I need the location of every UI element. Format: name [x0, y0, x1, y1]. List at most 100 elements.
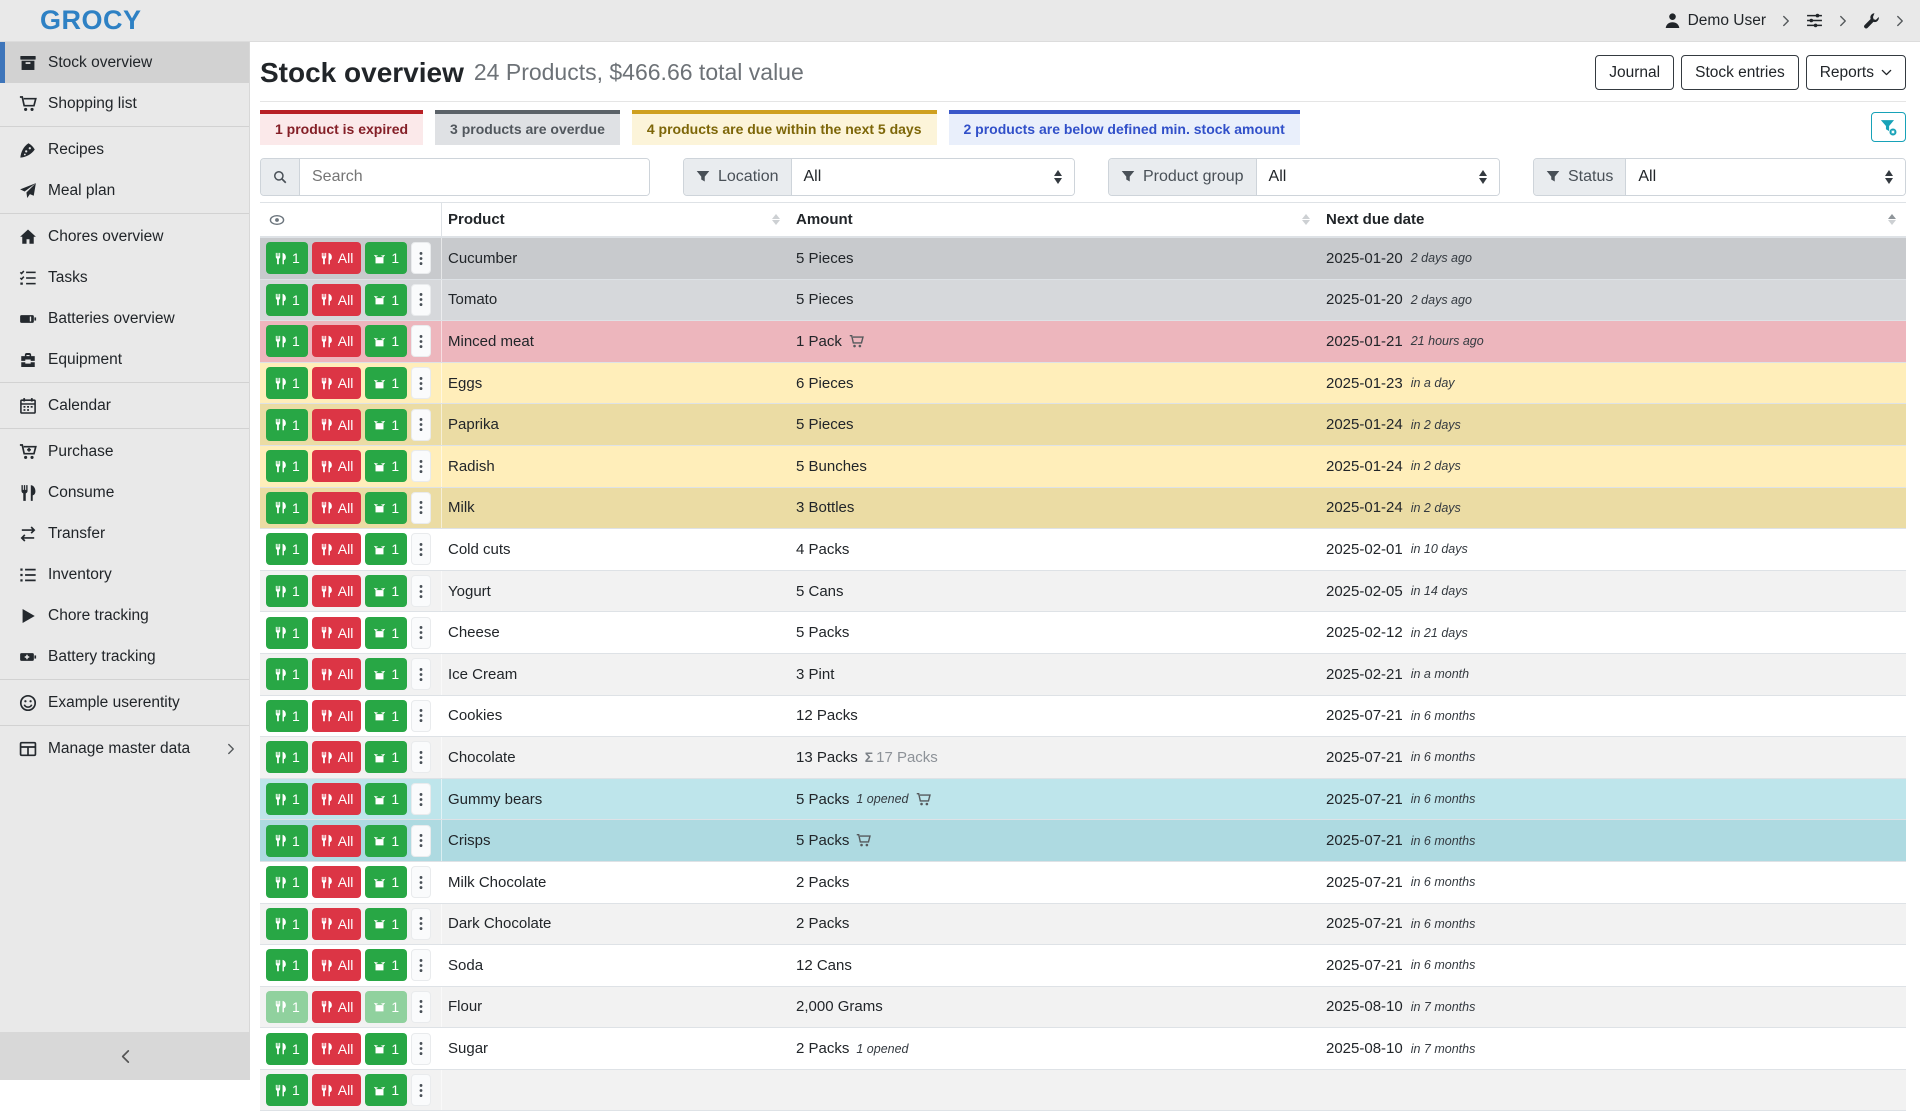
consume-all-button[interactable]: All [312, 825, 362, 857]
open-one-button[interactable]: 1 [365, 949, 407, 981]
grocy-logo[interactable]: GROCY [40, 5, 142, 36]
row-menu-button[interactable] [411, 783, 431, 815]
consume-all-button[interactable]: All [312, 617, 362, 649]
sidebar-item-meal-plan[interactable]: Meal plan [0, 170, 249, 211]
open-one-button[interactable]: 1 [365, 825, 407, 857]
open-one-button[interactable]: 1 [365, 741, 407, 773]
admin-chevron-icon[interactable] [1894, 15, 1906, 27]
settings-sliders-icon[interactable] [1806, 12, 1823, 29]
search-input[interactable] [300, 159, 649, 195]
consume-one-button[interactable]: 1 [266, 783, 308, 815]
stock-entries-button[interactable]: Stock entries [1681, 55, 1799, 90]
consume-one-button[interactable]: 1 [266, 450, 308, 482]
row-menu-button[interactable] [411, 242, 431, 274]
consume-all-button[interactable]: All [312, 284, 362, 316]
consume-one-button[interactable]: 1 [266, 866, 308, 898]
journal-button[interactable]: Journal [1595, 55, 1674, 90]
row-menu-button[interactable] [411, 409, 431, 441]
open-one-button[interactable]: 1 [365, 1074, 407, 1106]
row-menu-button[interactable] [411, 825, 431, 857]
consume-one-button[interactable]: 1 [266, 284, 308, 316]
open-one-button[interactable]: 1 [365, 450, 407, 482]
open-one-button[interactable]: 1 [365, 908, 407, 940]
consume-one-button[interactable]: 1 [266, 367, 308, 399]
sidebar-item-purchase[interactable]: Purchase [0, 431, 249, 472]
row-menu-button[interactable] [411, 325, 431, 357]
row-menu-button[interactable] [411, 1074, 431, 1106]
consume-one-button[interactable]: 1 [266, 700, 308, 732]
consume-one-button[interactable]: 1 [266, 242, 308, 274]
consume-all-button[interactable]: All [312, 325, 362, 357]
consume-all-button[interactable]: All [312, 492, 362, 524]
sidebar-item-example-userentity[interactable]: Example userentity [0, 682, 249, 723]
sidebar-item-equipment[interactable]: Equipment [0, 339, 249, 380]
consume-one-button[interactable]: 1 [266, 825, 308, 857]
product-group-select[interactable]: All [1257, 159, 1499, 195]
consume-all-button[interactable]: All [312, 949, 362, 981]
sidebar-item-consume[interactable]: Consume [0, 472, 249, 513]
sidebar-item-recipes[interactable]: Recipes [0, 129, 249, 170]
consume-all-button[interactable]: All [312, 1033, 362, 1065]
open-one-button[interactable]: 1 [365, 1033, 407, 1065]
consume-all-button[interactable]: All [312, 700, 362, 732]
consume-all-button[interactable]: All [312, 575, 362, 607]
consume-all-button[interactable]: All [312, 367, 362, 399]
open-one-button[interactable]: 1 [365, 492, 407, 524]
reports-dropdown-button[interactable]: Reports [1806, 55, 1906, 90]
row-menu-button[interactable] [411, 367, 431, 399]
consume-all-button[interactable]: All [312, 741, 362, 773]
consume-one-button[interactable]: 1 [266, 658, 308, 690]
sidebar-collapse-button[interactable] [0, 1032, 250, 1080]
consume-one-button[interactable]: 1 [266, 617, 308, 649]
row-menu-button[interactable] [411, 533, 431, 565]
sidebar-item-battery-tracking[interactable]: Battery tracking [0, 636, 249, 677]
open-one-button[interactable]: 1 [365, 783, 407, 815]
consume-all-button[interactable]: All [312, 533, 362, 565]
consume-one-button[interactable]: 1 [266, 908, 308, 940]
consume-one-button[interactable]: 1 [266, 949, 308, 981]
row-menu-button[interactable] [411, 700, 431, 732]
row-menu-button[interactable] [411, 575, 431, 607]
row-menu-button[interactable] [411, 658, 431, 690]
alert-due-soon[interactable]: 4 products are due within the next 5 day… [632, 110, 937, 145]
open-one-button[interactable]: 1 [365, 866, 407, 898]
open-one-button[interactable]: 1 [365, 367, 407, 399]
row-menu-button[interactable] [411, 908, 431, 940]
alert-expired[interactable]: 1 product is expired [260, 110, 423, 145]
user-menu-chevron-icon[interactable] [1780, 15, 1792, 27]
row-menu-button[interactable] [411, 492, 431, 524]
row-menu-button[interactable] [411, 617, 431, 649]
consume-all-button[interactable]: All [312, 866, 362, 898]
row-menu-button[interactable] [411, 450, 431, 482]
row-menu-button[interactable] [411, 741, 431, 773]
consume-one-button[interactable]: 1 [266, 325, 308, 357]
open-one-button[interactable]: 1 [365, 242, 407, 274]
open-one-button[interactable]: 1 [365, 325, 407, 357]
consume-one-button[interactable]: 1 [266, 1074, 308, 1106]
consume-one-button[interactable]: 1 [266, 991, 308, 1023]
consume-all-button[interactable]: All [312, 783, 362, 815]
open-one-button[interactable]: 1 [365, 617, 407, 649]
consume-all-button[interactable]: All [312, 1074, 362, 1106]
consume-one-button[interactable]: 1 [266, 741, 308, 773]
row-menu-button[interactable] [411, 991, 431, 1023]
sidebar-item-batteries-overview[interactable]: Batteries overview [0, 298, 249, 339]
consume-all-button[interactable]: All [312, 991, 362, 1023]
consume-one-button[interactable]: 1 [266, 1033, 308, 1065]
sidebar-item-calendar[interactable]: Calendar [0, 385, 249, 426]
admin-wrench-icon[interactable] [1863, 12, 1880, 29]
product-column-header[interactable]: Product [442, 211, 790, 228]
sidebar-item-manage-master-data[interactable]: Manage master data [0, 728, 249, 769]
open-one-button[interactable]: 1 [365, 409, 407, 441]
sidebar-item-stock-overview[interactable]: Stock overview [0, 42, 249, 83]
open-one-button[interactable]: 1 [365, 284, 407, 316]
row-menu-button[interactable] [411, 1033, 431, 1065]
row-menu-button[interactable] [411, 866, 431, 898]
sidebar-item-shopping-list[interactable]: Shopping list [0, 83, 249, 124]
consume-all-button[interactable]: All [312, 908, 362, 940]
location-select[interactable]: All [792, 159, 1075, 195]
row-menu-button[interactable] [411, 284, 431, 316]
sidebar-item-tasks[interactable]: Tasks [0, 257, 249, 298]
consume-all-button[interactable]: All [312, 658, 362, 690]
settings-chevron-icon[interactable] [1837, 15, 1849, 27]
